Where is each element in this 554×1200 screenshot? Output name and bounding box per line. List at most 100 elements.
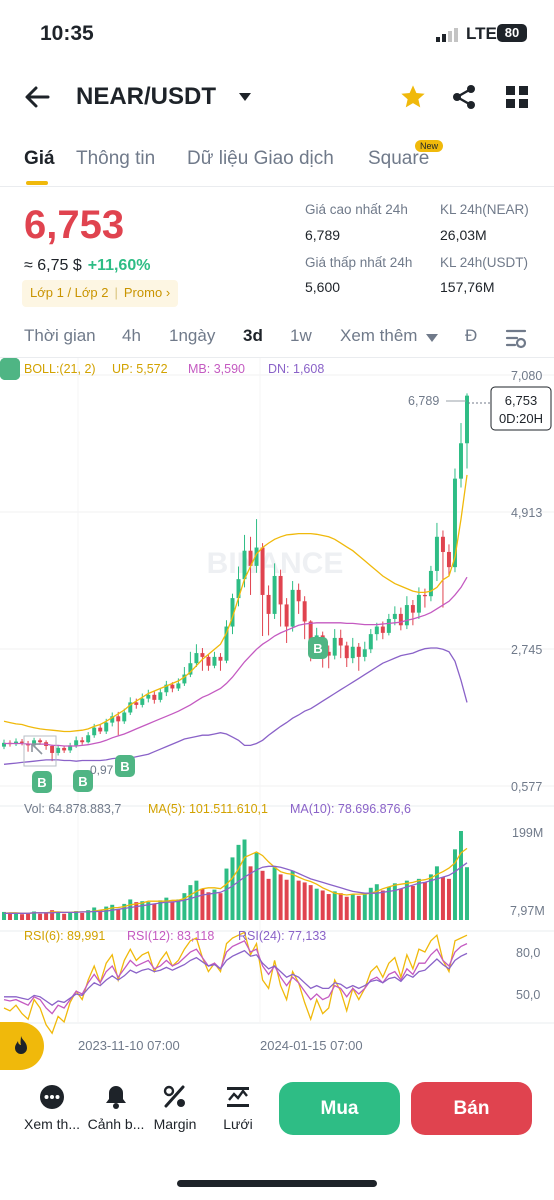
sell-button[interactable]: Bán [411,1082,532,1135]
volume-bar [422,882,427,920]
tab-info[interactable]: Thông tin [76,148,155,170]
percent-icon [163,1085,185,1108]
tab-price[interactable]: Giá [24,148,55,170]
candle [398,613,403,626]
promo-tag[interactable]: Lớp 1 / Lớp 2 | Promo › [22,280,179,307]
min-price-marker: 0,97 [90,763,114,777]
bottom-action-bar: Xem th... Cảnh b... Margin Lưới Mua Bán [0,1070,554,1150]
rsi6-line [3,931,468,1035]
interval-bar: Thời gian 4h 1ngày 3d 1w Xem thêm Đ [0,322,554,352]
interval-1d[interactable]: 1ngày [169,326,215,346]
signal-icon [436,28,458,42]
candle [92,727,97,736]
volume-bar [350,894,355,920]
volume-bar [302,882,307,920]
candle [98,727,103,732]
depth-toggle[interactable]: Đ [465,326,477,346]
volume-bar [218,893,223,920]
volume-bar [110,904,115,920]
interval-1w[interactable]: 1w [290,326,312,346]
candle [284,604,289,627]
volume-bar [56,912,61,920]
last-price: 6,753 [24,203,125,247]
rsi6-value: RSI(6): 89,991 [24,929,105,943]
grid-bot-button[interactable]: Lưới [198,1084,278,1134]
candle [116,716,121,722]
rsi-lines [3,931,468,1035]
status-time: 10:35 [40,22,94,45]
price-axis-label: 7,080 [511,369,542,383]
vol-axis-min: 7,97M [510,904,545,918]
buy-marker-label: B [37,775,46,790]
volume-bar [374,884,379,920]
status-bar: 10:35 LTE 80 [0,0,554,64]
candle [380,626,385,633]
candle [368,634,373,650]
volume-ma10-line [4,862,468,914]
pair-title[interactable]: NEAR/USDT [76,83,216,111]
volume-bar [356,895,361,920]
boll-params: BOLL:(21, 2) [24,362,96,376]
star-icon[interactable] [399,83,427,111]
vol-axis-max: 199M [512,826,543,840]
candle [176,683,181,689]
price-axis-label: 4,913 [511,506,542,520]
volume-bar [116,909,121,920]
volume-bar [80,912,85,920]
more-caret-icon[interactable] [426,334,438,342]
interval-3d[interactable]: 3d [243,326,263,346]
candle [446,551,451,568]
price-usd-change: ≈ 6,75 $ +11,60% [24,257,150,275]
candle [362,649,367,657]
pair-header: NEAR/USDT [0,72,554,122]
volume-bar [20,914,25,920]
boll-dn-line [3,647,468,765]
buy-button[interactable]: Mua [279,1082,400,1135]
tab-trading-data[interactable]: Dữ liệu Giao dịch [187,148,334,170]
volume-bar [188,885,193,920]
divider [0,186,554,187]
candle [194,653,199,664]
volume-bar [200,888,205,920]
chevron-right-icon: › [165,285,171,300]
network-label: LTE [466,24,497,43]
candle [302,601,307,622]
last-price-tag-value: 6,753 [505,393,538,408]
volume-bar [92,907,97,920]
candle [152,694,157,700]
volume-bar [152,903,157,920]
vol-ma5: MA(5): 101.511.610,1 [148,802,268,816]
interval-more[interactable]: Xem thêm [340,326,417,346]
volume-bar [326,894,331,920]
price-axis-label: 2,745 [511,643,542,657]
grid-bot-label: Lưới [223,1116,253,1132]
back-arrow-icon[interactable] [22,82,52,112]
volume-bar [344,896,349,920]
volume-bar [296,880,301,920]
boll-mb: MB: 3,590 [188,362,245,376]
volume-bar [459,831,463,920]
candle [212,656,217,666]
grid-icon[interactable] [505,85,529,109]
dropdown-caret-icon[interactable] [238,92,252,102]
candle [428,570,433,597]
candle [434,536,439,571]
candle [410,605,415,613]
candle [140,698,145,705]
candle [134,702,139,705]
volume-bar [254,852,259,920]
promo-label: Promo [123,285,163,300]
interval-4h[interactable]: 4h [122,326,141,346]
interval-time[interactable]: Thời gian [24,326,96,346]
candle [80,740,85,743]
price-chart[interactable]: BINANCE BBBBBBB 7,0804,9132,7450,577 BOL… [0,358,554,1070]
candle [416,594,421,613]
volume-bar [398,888,403,920]
chart-settings-icon[interactable] [505,327,527,349]
candle [350,646,355,659]
date-label-1: 2023-11-10 07:00 [78,1038,180,1053]
chart-grid [0,358,554,1024]
share-icon[interactable] [451,84,477,110]
high-24h-value: 6,789 [305,227,341,243]
section-tabs: Giá Thông tin Dữ liệu Giao dịch Square N… [0,140,554,186]
